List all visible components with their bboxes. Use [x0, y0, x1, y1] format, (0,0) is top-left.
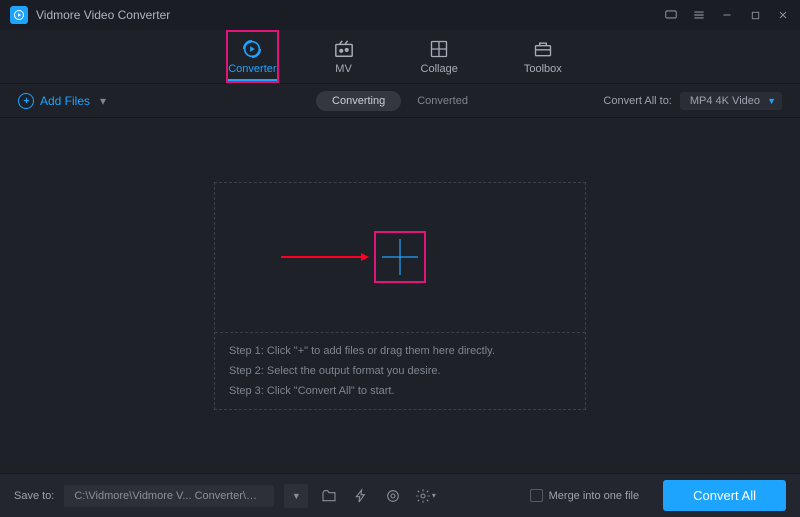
feedback-icon[interactable]: [664, 8, 678, 22]
add-files-button[interactable]: Add Files ▾: [18, 93, 106, 109]
add-files-label: Add Files: [40, 94, 90, 108]
converting-tab[interactable]: Converting: [316, 91, 401, 111]
task-schedule-icon[interactable]: [382, 485, 404, 507]
merge-label: Merge into one file: [549, 490, 640, 502]
toolbox-icon: [533, 39, 553, 59]
save-path-field[interactable]: C:\Vidmore\Vidmore V... Converter\Conver…: [64, 485, 274, 507]
tab-mv-label: MV: [335, 63, 352, 75]
chevron-down-icon: ▾: [100, 94, 106, 108]
minimize-icon[interactable]: [720, 8, 734, 22]
dropzone[interactable]: Step 1: Click "+" to add files or drag t…: [214, 182, 586, 410]
convert-all-to-label: Convert All to:: [603, 95, 671, 107]
menu-icon[interactable]: [692, 8, 706, 22]
tab-collage-label: Collage: [421, 63, 458, 75]
tab-toolbox[interactable]: Toolbox: [512, 30, 574, 83]
checkbox-icon: [530, 489, 543, 502]
save-to-label: Save to:: [14, 490, 54, 502]
footer: Save to: C:\Vidmore\Vidmore V... Convert…: [0, 473, 800, 517]
collage-icon: [429, 39, 449, 59]
add-files-plus-button[interactable]: [374, 231, 426, 283]
hardware-accel-icon[interactable]: [350, 485, 372, 507]
chevron-down-icon: ▼: [767, 96, 776, 106]
save-path-dropdown[interactable]: ▼: [284, 484, 308, 508]
tab-toolbox-label: Toolbox: [524, 63, 562, 75]
output-format-value: MP4 4K Video: [690, 95, 760, 107]
titlebar: Vidmore Video Converter: [0, 0, 800, 30]
step-3: Step 3: Click "Convert All" to start.: [229, 385, 571, 397]
tab-converter-label: Converter: [228, 63, 276, 75]
close-icon[interactable]: [776, 8, 790, 22]
settings-gear-icon[interactable]: ▾: [414, 485, 436, 507]
converted-tab[interactable]: Converted: [401, 91, 484, 111]
merge-checkbox[interactable]: Merge into one file: [530, 489, 640, 502]
step-2: Step 2: Select the output format you des…: [229, 365, 571, 377]
plus-circle-icon: [18, 93, 34, 109]
steps-panel: Step 1: Click "+" to add files or drag t…: [215, 333, 585, 409]
tab-converter[interactable]: Converter: [226, 30, 278, 83]
app-title: Vidmore Video Converter: [36, 8, 170, 22]
converter-icon: [241, 39, 263, 59]
convert-all-button[interactable]: Convert All: [663, 480, 786, 511]
tab-mv[interactable]: MV: [321, 30, 367, 83]
mv-icon: [333, 39, 355, 59]
open-folder-icon[interactable]: [318, 485, 340, 507]
sub-toolbar: Add Files ▾ Converting Converted Convert…: [0, 84, 800, 118]
output-format-dropdown[interactable]: MP4 4K Video ▼: [680, 92, 782, 110]
tab-collage[interactable]: Collage: [409, 30, 470, 83]
app-logo-icon: [10, 6, 28, 24]
dropzone-top: [215, 183, 585, 333]
annotation-arrow: [281, 253, 369, 261]
step-1: Step 1: Click "+" to add files or drag t…: [229, 345, 571, 357]
main-area: Step 1: Click "+" to add files or drag t…: [0, 118, 800, 473]
main-tabs: Converter MV Collage Toolbox: [0, 30, 800, 84]
maximize-icon[interactable]: [748, 8, 762, 22]
